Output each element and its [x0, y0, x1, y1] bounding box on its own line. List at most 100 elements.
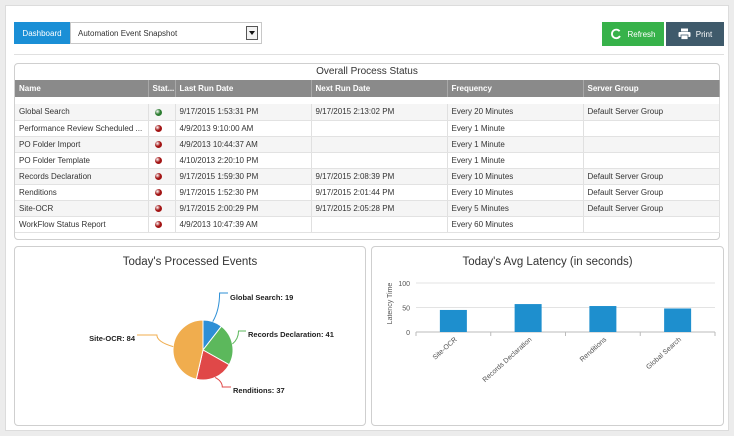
- cell-next-run: [311, 136, 448, 153]
- cell-next-run: [311, 216, 448, 233]
- table-row[interactable]: Site-OCR 9/17/2015 2:00:29 PM 9/17/2015 2:…: [15, 200, 720, 217]
- column-header-frequency[interactable]: Frequency: [447, 80, 584, 97]
- chevron-down-icon[interactable]: [246, 26, 258, 40]
- cell-status: [148, 120, 176, 137]
- table-row[interactable]: Records Declaration 9/17/2015 1:59:30 PM 9…: [15, 168, 720, 185]
- x-tick-label: Renditions: [579, 336, 609, 364]
- cell-server-group: Default Server Group: [583, 200, 720, 217]
- status-dot-icon: [154, 204, 162, 212]
- cell-server-group: [583, 136, 720, 153]
- cell-last-run: 4/9/2013 10:47:39 AM: [175, 216, 312, 233]
- cell-name: Renditions: [15, 184, 149, 201]
- processed-events-panel: Today's Processed Events Global Search: …: [14, 246, 366, 426]
- x-tick-label: Site-OCR: [432, 336, 459, 361]
- cell-status: [148, 136, 176, 153]
- avg-latency-bar-chart: 0 50 100 Latency Time Site-OCR Records Declar…: [387, 281, 716, 384]
- y-axis-label: Latency Time: [387, 283, 394, 325]
- cell-last-run: 9/17/2015 1:59:30 PM: [175, 168, 312, 185]
- cell-next-run: 9/17/2015 2:05:28 PM: [311, 200, 448, 217]
- cell-server-group: [583, 120, 720, 137]
- pie-label-connector: [212, 292, 228, 322]
- status-dot-icon: [154, 220, 162, 228]
- x-tick-label: Global Search: [645, 336, 683, 371]
- table-row[interactable]: Global Search 9/17/2015 1:53:31 PM 9/17/20…: [15, 104, 720, 121]
- column-header-next-run[interactable]: Next Run Date: [311, 80, 448, 97]
- table-row[interactable]: WorkFlow Status Report 4/9/2013 10:47:39 …: [15, 216, 720, 233]
- dashboard-page: Dashboard Automation Event Snapshot Refr…: [5, 5, 729, 431]
- cell-status: [148, 200, 176, 217]
- bar[interactable]: [664, 308, 692, 332]
- bar[interactable]: [589, 306, 617, 332]
- snapshot-select[interactable]: Automation Event Snapshot: [70, 22, 262, 44]
- cell-status: [148, 184, 176, 201]
- cell-next-run: [311, 120, 448, 137]
- toolbar-divider: [14, 54, 724, 55]
- status-dot-icon: [154, 108, 162, 116]
- avg-latency-panel: Today's Avg Latency (in seconds) 0 50 100 L…: [371, 246, 724, 426]
- bar[interactable]: [514, 304, 542, 332]
- cell-status: [148, 216, 176, 233]
- pie-data-label: Site-OCR: 84: [89, 334, 136, 343]
- table-row[interactable]: Renditions 9/17/2015 1:52:30 PM 9/17/2015 …: [15, 184, 720, 201]
- column-header-status[interactable]: Stat...: [148, 80, 176, 97]
- snapshot-select-value: Automation Event Snapshot: [78, 28, 178, 38]
- cell-server-group: Default Server Group: [583, 104, 720, 121]
- pie-label-connector: [214, 376, 231, 388]
- avg-latency-title: Today's Avg Latency (in seconds): [462, 256, 633, 268]
- processed-events-title: Today's Processed Events: [122, 256, 258, 268]
- pie-data-label: Renditions: 37: [233, 386, 285, 395]
- cell-last-run: 9/17/2015 2:00:29 PM: [175, 200, 312, 217]
- table-row[interactable]: PO Folder Template 4/10/2013 2:20:10 PM Ev…: [15, 152, 720, 169]
- refresh-button[interactable]: Refresh: [602, 22, 664, 46]
- cell-next-run: 9/17/2015 2:08:39 PM: [311, 168, 448, 185]
- process-status-table: Name Stat... Last Run Date Next Run Date…: [15, 80, 720, 233]
- cell-name: PO Folder Import: [15, 136, 149, 153]
- cell-status: [148, 168, 176, 185]
- print-button[interactable]: Print: [666, 22, 724, 46]
- bar[interactable]: [439, 309, 467, 332]
- dashboard-button[interactable]: Dashboard: [14, 22, 70, 44]
- cell-frequency: Every 5 Minutes: [447, 200, 584, 217]
- cell-next-run: 9/17/2015 2:13:02 PM: [311, 104, 448, 121]
- table-spacer-row: [15, 97, 720, 104]
- processed-events-pie-chart: Global Search: 19 Records Declaration: 41…: [89, 292, 334, 395]
- process-status-title: Overall Process Status: [316, 66, 418, 77]
- cell-last-run: 4/9/2013 9:10:00 AM: [175, 120, 312, 137]
- column-header-last-run[interactable]: Last Run Date: [175, 80, 312, 97]
- y-tick-label: 50: [402, 306, 410, 313]
- refresh-icon: [611, 28, 622, 40]
- table-row[interactable]: PO Folder Import 4/9/2013 10:44:37 AM Ever…: [15, 136, 720, 153]
- cell-frequency: Every 60 Minutes: [447, 216, 584, 233]
- cell-server-group: [583, 216, 720, 233]
- cell-last-run: 9/17/2015 1:52:30 PM: [175, 184, 312, 201]
- cell-frequency: Every 10 Minutes: [447, 184, 584, 201]
- status-dot-icon: [154, 156, 162, 164]
- status-dot-icon: [154, 140, 162, 148]
- cell-last-run: 4/9/2013 10:44:37 AM: [175, 136, 312, 153]
- y-tick-label: 0: [406, 330, 410, 337]
- column-header-name[interactable]: Name: [15, 80, 149, 97]
- cell-status: [148, 152, 176, 169]
- cell-frequency: Every 1 Minute: [447, 152, 584, 169]
- cell-name: Global Search: [15, 104, 149, 121]
- cell-name: Records Declaration: [15, 168, 149, 185]
- pie-data-label: Records Declaration: 41: [248, 330, 334, 339]
- pie-slice[interactable]: [172, 319, 204, 380]
- table-row[interactable]: Performance Review Scheduled ... 4/9/2013…: [15, 120, 720, 137]
- status-dot-icon: [154, 188, 162, 196]
- y-tick-label: 100: [398, 281, 410, 288]
- process-status-panel: Overall Process Status Name Stat... Last…: [14, 63, 720, 240]
- cell-status: [148, 104, 176, 121]
- cell-next-run: [311, 152, 448, 169]
- pie-label-connector: [232, 330, 246, 345]
- cell-name: Performance Review Scheduled ...: [15, 120, 149, 137]
- status-dot-icon: [154, 172, 162, 180]
- status-dot-icon: [154, 124, 162, 132]
- table-header-row: Name Stat... Last Run Date Next Run Date…: [15, 80, 720, 97]
- cell-server-group: Default Server Group: [583, 184, 720, 201]
- column-header-server-group[interactable]: Server Group: [583, 80, 720, 97]
- x-tick-label: Records Declaration: [482, 336, 534, 384]
- cell-frequency: Every 1 Minute: [447, 136, 584, 153]
- pie-label-connector: [137, 334, 174, 348]
- printer-icon: [678, 28, 691, 40]
